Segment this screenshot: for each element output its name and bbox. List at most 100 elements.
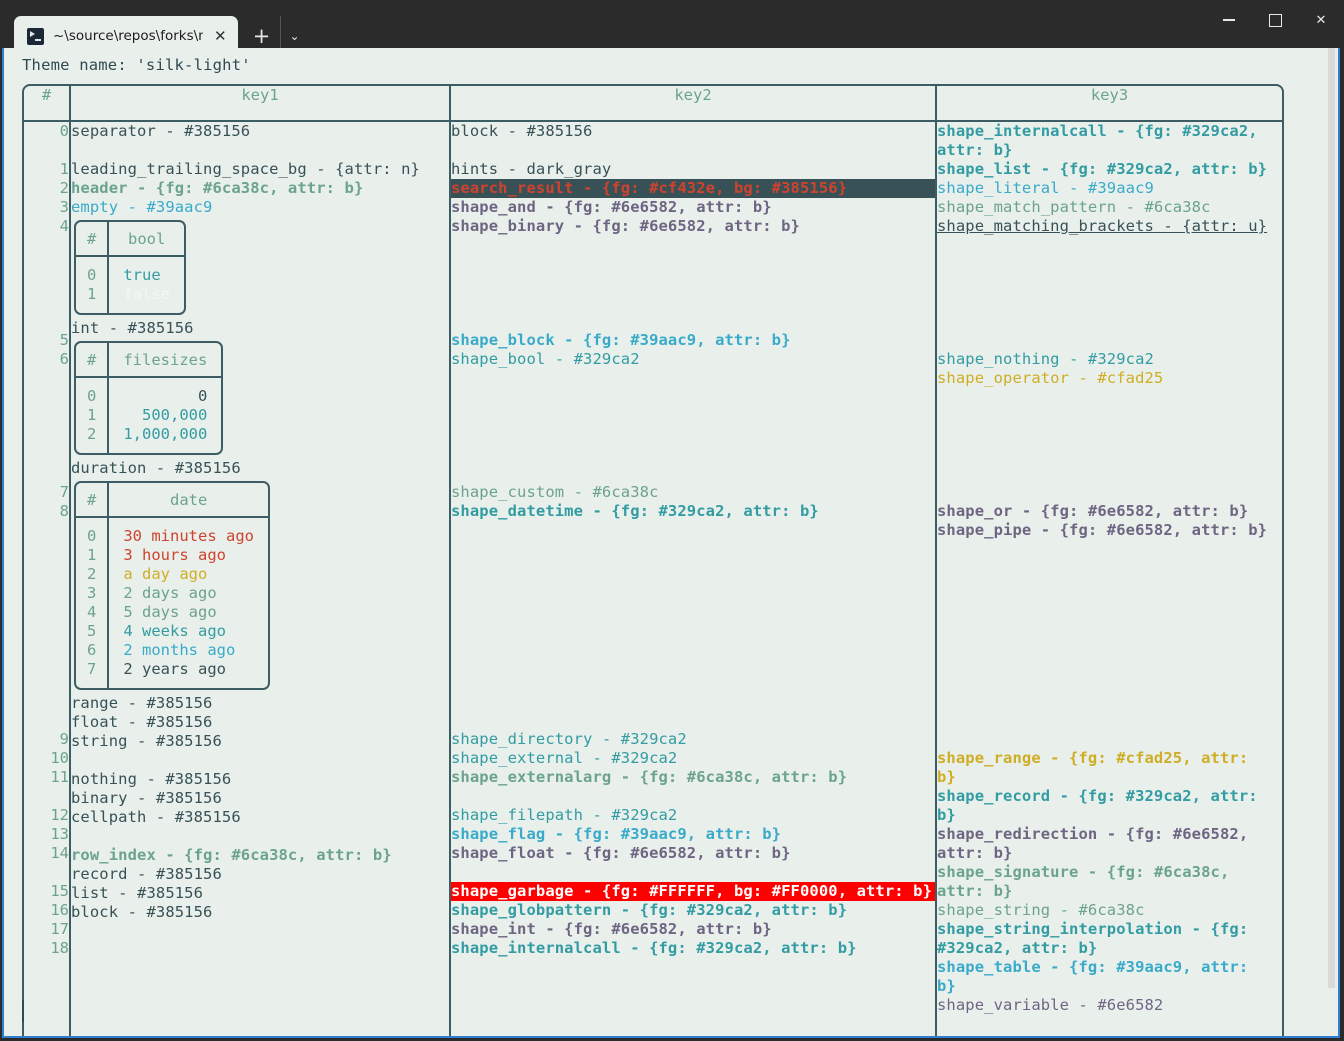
nested-header-row: # filesizes	[76, 343, 222, 378]
column-header-key2: key2	[450, 86, 937, 122]
terminal-content[interactable]: Theme name: 'silk-light' # key1 key2 key…	[2, 48, 1340, 1038]
theme-entry: shape_directory - #329ca2	[451, 730, 687, 748]
maximize-button[interactable]	[1252, 0, 1298, 40]
theme-entry: shape_range - {fg: #cfad25, attr: b}	[937, 749, 1258, 786]
nested-row-value: false	[123, 285, 171, 303]
theme-entry: leading_trailing_space_bg - {attr: n}	[71, 160, 420, 178]
theme-entry: shape_string - #6ca38c	[937, 901, 1145, 919]
nested-row-index: 1	[87, 285, 97, 303]
theme-entry: shape_globpattern - {fg: #329ca2, attr: …	[451, 901, 848, 919]
theme-name-line: Theme name: 'silk-light'	[22, 56, 251, 74]
scrollbar-thumb[interactable]	[1328, 48, 1335, 988]
theme-entry: shape_block - {fg: #39aac9, attr: b}	[451, 331, 791, 349]
nested-row-index: 5	[87, 622, 97, 640]
row-index: 3	[59, 198, 69, 216]
theme-entry: shape_table - {fg: #39aac9, attr: b}	[937, 958, 1258, 995]
table-row: 0 1 2 3 4 5 6 7 8 9 10 11 12 13 14 15 16 17 18 separator -…	[24, 121, 1282, 1036]
powershell-icon	[27, 27, 44, 45]
theme-entry: shape_datetime - {fg: #329ca2, attr: b}	[451, 502, 819, 520]
nested-index-column: 01	[76, 257, 110, 313]
row-index: 1	[59, 160, 69, 178]
theme-entry: header - {fg: #6ca38c, attr: b}	[71, 179, 364, 197]
nested-row-value: 2 days ago	[123, 584, 217, 602]
theme-entry: shape_pipe - {fg: #6e6582, attr: b}	[937, 521, 1268, 539]
theme-entry: hints - dark_gray	[451, 160, 612, 178]
nested-row-value: true	[123, 266, 161, 284]
nested-row-index: 1	[87, 546, 97, 564]
table-header-row: # key1 key2 key3	[24, 86, 1282, 122]
scrollbar[interactable]	[1327, 48, 1336, 1034]
theme-entry: record - #385156	[71, 865, 222, 883]
theme-entry: shape_float - {fg: #6e6582, attr: b}	[451, 844, 791, 862]
nested-row-value: 2 months ago	[123, 641, 236, 659]
row-index: 6	[59, 350, 69, 368]
nested-value-column: true false	[109, 257, 184, 313]
theme-entry: shape_and - {fg: #6e6582, attr: b}	[451, 198, 772, 216]
nested-row-value: 0	[198, 387, 208, 405]
cell-key1: separator - #385156 leading_trailing_spa…	[70, 121, 451, 1036]
theme-entry: shape_bool - #329ca2	[451, 350, 640, 368]
row-index: 7	[59, 483, 69, 501]
nested-row-value: 3 hours ago	[123, 546, 226, 564]
close-window-button[interactable]: ✕	[1298, 0, 1344, 40]
row-index: 8	[59, 502, 69, 520]
column-header-key3: key3	[936, 86, 1282, 122]
close-tab-icon[interactable]: ✕	[214, 28, 227, 44]
text-cursor	[22, 1000, 24, 1022]
nested-header-row: # bool	[76, 222, 185, 257]
nested-value-column: 30 minutes ago 3 hours ago a day ago 2 days…	[109, 518, 268, 688]
theme-entry: shape_external - #329ca2	[451, 749, 678, 767]
row-index: 17	[50, 920, 69, 938]
minimize-button[interactable]	[1206, 0, 1252, 40]
row-index: 18	[50, 939, 69, 957]
nested-value-column: 0 500,000 1,000,000	[109, 378, 221, 453]
theme-entry: nothing - #385156	[71, 770, 232, 788]
row-index: 13	[50, 825, 69, 843]
theme-entry: shape_variable - #6e6582	[937, 996, 1164, 1014]
nested-row-index: 0	[87, 527, 97, 545]
nested-row-index: 2	[87, 565, 97, 583]
theme-entry: shape_signature - {fg: #6ca38c, attr: b}	[937, 863, 1239, 900]
theme-entry: shape_literal - #39aac9	[937, 179, 1154, 197]
nested-row-value: 2 years ago	[123, 660, 226, 678]
row-index: 12	[50, 806, 69, 824]
theme-entry: binary - #385156	[71, 789, 222, 807]
cell-key3: shape_internalcall - {fg: #329ca2, attr:…	[936, 121, 1282, 1036]
row-index: 14	[50, 844, 69, 862]
theme-entry: shape_redirection - {fg: #6e6582, attr: …	[937, 825, 1258, 862]
theme-entry: shape_operator - #cfad25	[937, 369, 1164, 387]
window-controls: ✕	[1206, 0, 1344, 40]
theme-entry: shape_nothing - #329ca2	[937, 350, 1154, 368]
row-index: 11	[50, 768, 69, 786]
nested-index-column: 01234567	[76, 518, 110, 688]
nested-row-index: 2	[87, 425, 97, 443]
